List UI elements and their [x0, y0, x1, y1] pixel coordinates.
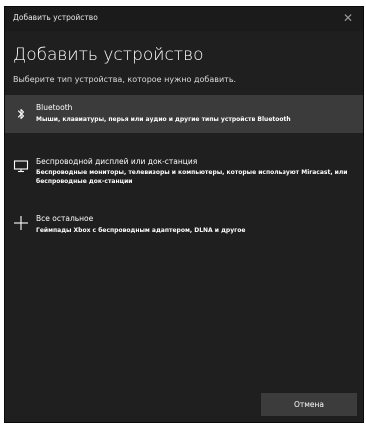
window-title: Добавить устройство: [13, 13, 98, 22]
plus-icon: [13, 215, 29, 231]
close-icon[interactable]: ✕: [341, 10, 355, 26]
add-device-dialog: Добавить устройство ✕ Добавить устройств…: [4, 6, 364, 423]
option-description: Беспроводные мониторы, телевизоры и комп…: [36, 169, 348, 185]
option-everything-else[interactable]: Все остальное Геймпады Xbox с беспроводн…: [5, 207, 363, 243]
option-title: Все остальное: [36, 214, 94, 223]
page-subtitle: Выберите тип устройства, которое нужно д…: [13, 75, 237, 84]
option-title: Bluetooth: [36, 103, 73, 112]
title-bar: Добавить устройство ✕: [5, 7, 363, 31]
page-title: Добавить устройство: [13, 45, 204, 65]
cancel-button[interactable]: Отмена: [261, 393, 357, 416]
option-description: Геймпады Xbox с беспроводным адаптером, …: [36, 227, 246, 234]
option-description: Мыши, клавиатуры, перья или аудио и друг…: [36, 116, 291, 123]
option-wireless-display[interactable]: Беспроводной дисплей или док-станция Бес…: [5, 151, 363, 195]
bluetooth-icon: [13, 106, 29, 122]
monitor-icon: [13, 158, 29, 174]
option-title: Беспроводной дисплей или док-станция: [36, 157, 198, 166]
option-bluetooth[interactable]: Bluetooth Мыши, клавиатуры, перья или ау…: [5, 95, 363, 133]
